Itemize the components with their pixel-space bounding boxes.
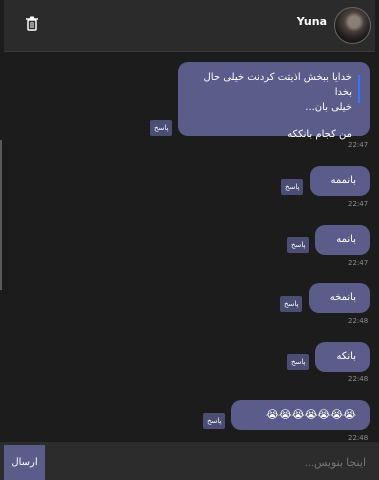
message-time: 22:47: [348, 141, 369, 149]
message-list: خدایا ببخش اذیتت کردنت خیلی حال بخدا خیل…: [0, 52, 379, 442]
reply-button[interactable]: پاسخ: [150, 120, 173, 136]
message-text: بانمه: [336, 234, 356, 245]
trash-icon[interactable]: [24, 15, 40, 33]
reply-button[interactable]: پاسخ: [287, 354, 310, 370]
message-bubble[interactable]: خدایا ببخش اذیتت کردنت خیلی حال بخدا خیل…: [178, 62, 370, 140]
send-button[interactable]: ارسال: [4, 445, 45, 480]
message-time: 22:48: [348, 317, 369, 325]
message-text: بانمخه: [329, 292, 356, 303]
message-time: 22:48: [348, 375, 369, 383]
message-time: 22:47: [348, 200, 369, 208]
contact-name: Yuna: [296, 15, 327, 28]
message-time: 22:48: [348, 434, 369, 442]
contact-avatar[interactable]: [334, 7, 371, 44]
reply-button[interactable]: پاسخ: [281, 179, 304, 195]
quoted-text-line: خیلی بان...: [305, 102, 352, 113]
message-bubble[interactable]: بانکه: [315, 342, 370, 372]
composer-bar: ارسال: [0, 442, 379, 480]
message-input[interactable]: [48, 445, 374, 480]
message-text: من کجام بانککه: [287, 129, 352, 140]
message-bubble[interactable]: بانممه: [310, 166, 370, 196]
reply-button[interactable]: پاسخ: [280, 296, 303, 312]
reply-button[interactable]: پاسخ: [203, 413, 226, 429]
message-text: بانکه: [336, 351, 357, 362]
message-bubble[interactable]: بانمخه: [309, 283, 370, 313]
quote-line: [358, 75, 360, 103]
message-bubble[interactable]: 😭😭😭😭😭😭😭: [231, 400, 370, 430]
reply-button[interactable]: پاسخ: [287, 237, 310, 253]
message-text: بانممه: [330, 175, 356, 186]
chat-header: Yuna: [4, 0, 375, 52]
message-time: 22:47: [348, 259, 369, 267]
message-bubble[interactable]: بانمه: [315, 225, 370, 255]
message-text: 😭😭😭😭😭😭😭: [266, 408, 356, 421]
quoted-text-line: خدایا ببخش اذیتت کردنت خیلی حال بخدا: [203, 72, 352, 98]
